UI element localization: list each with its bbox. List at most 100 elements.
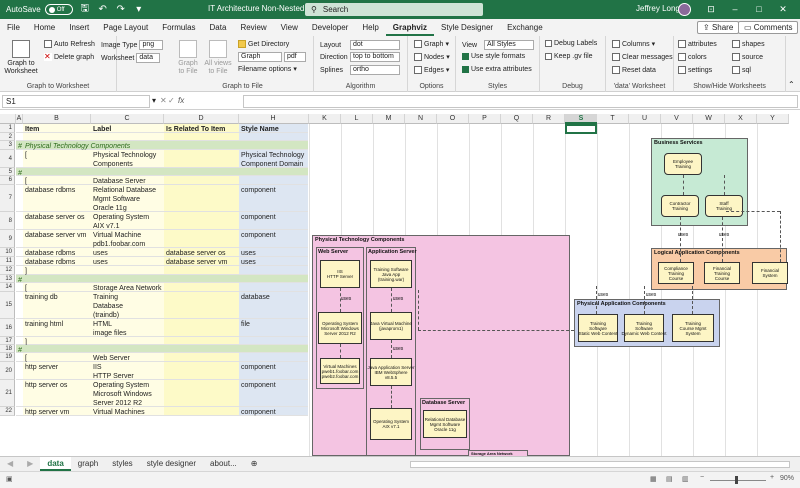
row-header[interactable]: 17 (0, 337, 15, 345)
app-server-node[interactable]: Java Virtual Machine (javaprom1) (370, 312, 412, 340)
cell-C-9[interactable]: Virtual Machine pdb1.foobar.com (91, 230, 164, 248)
row-header[interactable]: 6 (0, 176, 15, 185)
row-header[interactable]: 15 (0, 292, 15, 319)
column-header-C[interactable]: C (91, 114, 164, 124)
cell-A-11[interactable] (16, 257, 23, 266)
cell-E-5[interactable] (239, 168, 308, 176)
edges-options-button[interactable]: Edges ▾ (414, 66, 449, 74)
cell-C-22[interactable]: Virtual Machines (91, 407, 164, 416)
physical-app-node[interactable]: Training Software Dynamic Web Content (622, 314, 666, 342)
row-header[interactable]: 20 (0, 362, 15, 380)
cell-C-3[interactable] (91, 141, 164, 150)
cell-D-2[interactable] (164, 133, 239, 141)
cell-B-11[interactable]: database rdbms (23, 257, 91, 266)
row-header[interactable]: 11 (0, 257, 15, 266)
cell-A-6[interactable] (16, 176, 23, 185)
cell-D-17[interactable] (164, 337, 239, 345)
cancel-icon[interactable]: ✕ (160, 96, 167, 105)
cell-C-12[interactable] (91, 266, 164, 275)
zoom-level[interactable]: 90% (780, 475, 794, 482)
sheet-tab-styles[interactable]: styles (105, 457, 139, 471)
cell-E-14[interactable] (239, 283, 308, 292)
row-header[interactable]: 4 (0, 150, 15, 168)
cell-A-14[interactable] (16, 283, 23, 292)
cell-D-20[interactable] (164, 362, 239, 380)
cell-A-15[interactable] (16, 292, 23, 319)
clear-messages-button[interactable]: Clear messages (612, 53, 673, 61)
column-header-B[interactable]: B (23, 114, 91, 124)
cell-E-7[interactable]: component (239, 185, 308, 212)
cell-C-10[interactable]: uses (91, 248, 164, 257)
menu-tab-exchange[interactable]: Exchange (500, 19, 550, 36)
cell-E-1[interactable]: Style Name (239, 124, 308, 133)
cell-D-5[interactable] (164, 168, 239, 176)
menu-tab-help[interactable]: Help (355, 19, 385, 36)
cell-D-14[interactable] (164, 283, 239, 292)
use-style-formats-checkbox[interactable]: Use style formats (462, 53, 525, 60)
row-header[interactable]: 7 (0, 185, 15, 212)
cell-A-9[interactable] (16, 230, 23, 248)
debug-labels-checkbox[interactable]: Debug Labels (545, 40, 597, 47)
cell-D-4[interactable] (164, 150, 239, 168)
row-header[interactable]: 22 (0, 407, 15, 416)
sheet-tab-data[interactable]: data (40, 457, 71, 471)
cell-C-2[interactable] (91, 133, 164, 141)
cell-A-1[interactable] (16, 124, 23, 133)
app-server-node[interactable]: Java Application Server IBM WebSphere v8… (367, 358, 415, 386)
column-header-V[interactable]: V (661, 114, 693, 124)
name-box[interactable]: S1 (2, 95, 150, 108)
cell-D-6[interactable] (164, 176, 239, 185)
menu-tab-home[interactable]: Home (27, 19, 62, 36)
cell-A-20[interactable] (16, 362, 23, 380)
database-server-node[interactable]: Relational Database Mgmt Software Oracle… (423, 410, 467, 438)
formula-input[interactable] (243, 95, 798, 108)
image-type-select[interactable]: Image Type png (101, 40, 164, 50)
cell-E-2[interactable] (239, 133, 308, 141)
zoom-slider-thumb[interactable] (735, 476, 738, 484)
column-header-L[interactable]: L (341, 114, 373, 124)
column-header-I[interactable] (292, 114, 309, 124)
sheet-tab-about[interactable]: about... (203, 457, 244, 471)
cell-A-17[interactable] (16, 337, 23, 345)
direction-select[interactable]: Direction top to bottom (320, 52, 400, 62)
nodes-options-button[interactable]: Nodes ▾ (414, 53, 450, 61)
row-header[interactable]: 13 (0, 275, 15, 283)
customize-toolbar-icon[interactable]: ▾ (133, 4, 145, 15)
cell-A-12[interactable] (16, 266, 23, 275)
menu-tab-data[interactable]: Data (203, 19, 234, 36)
source-toggle[interactable]: source (732, 53, 763, 61)
cell-C-1[interactable]: Label (91, 124, 164, 133)
cell-E-9[interactable]: component (239, 230, 308, 248)
delete-graph-button[interactable]: ✕ Delete graph (44, 53, 94, 61)
scroll-tabs-left-icon[interactable]: ◀ (0, 457, 20, 471)
cell-B-20[interactable]: http server (23, 362, 91, 380)
cell-C-13[interactable] (91, 275, 164, 283)
column-header-R[interactable]: R (533, 114, 565, 124)
logical-app-node[interactable]: Financial Training Course (704, 262, 740, 284)
select-all-corner[interactable] (0, 114, 16, 124)
menu-tab-graphviz[interactable]: Graphviz (385, 19, 435, 36)
row-header[interactable]: 12 (0, 266, 15, 275)
cell-E-19[interactable] (239, 353, 308, 362)
cell-B-6[interactable]: [ (23, 176, 91, 185)
reset-data-button[interactable]: Reset data (612, 66, 656, 74)
row-header[interactable]: 10 (0, 248, 15, 257)
scroll-tabs-right-icon[interactable]: ▶ (20, 457, 40, 471)
horizontal-scrollbar[interactable] (410, 461, 790, 468)
app-server-node[interactable]: Training Software Java App (training.war… (370, 260, 412, 288)
cell-C-5[interactable] (91, 168, 164, 176)
selected-cell[interactable] (565, 124, 597, 134)
column-header-U[interactable]: U (629, 114, 661, 124)
cell-D-3[interactable] (164, 141, 239, 150)
cell-A-8[interactable] (16, 212, 23, 230)
add-sheet-icon[interactable]: ⊕ (244, 457, 265, 471)
columns-button[interactable]: Columns ▾ (612, 40, 655, 48)
cell-A-18[interactable]: # (16, 345, 23, 353)
shapes-toggle[interactable]: shapes (732, 40, 765, 48)
row-header[interactable]: 16 (0, 319, 15, 337)
cell-A-3[interactable]: # (16, 141, 23, 150)
cell-B-1[interactable]: Item (23, 124, 91, 133)
cell-A-21[interactable] (16, 380, 23, 407)
cell-D-18[interactable] (164, 345, 239, 353)
column-header-Q[interactable]: Q (501, 114, 533, 124)
